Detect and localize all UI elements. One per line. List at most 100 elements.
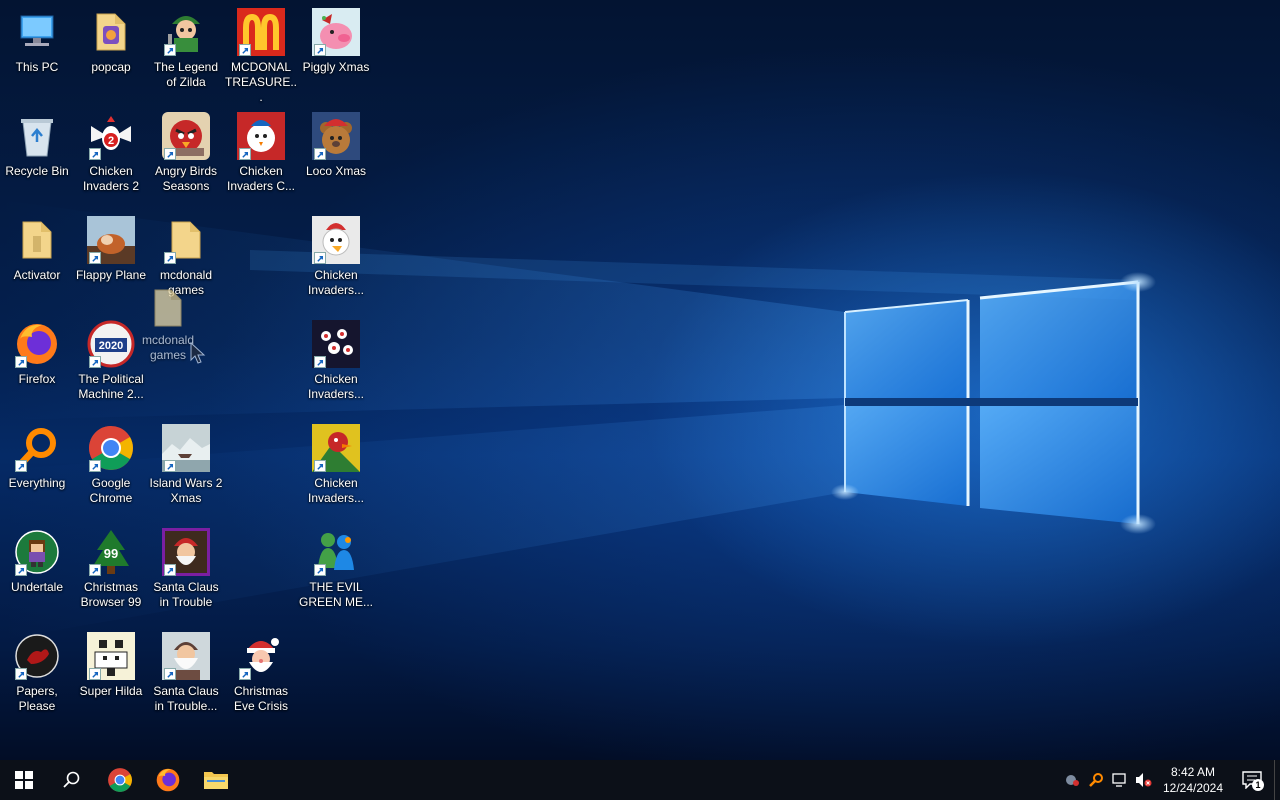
desktop-icon-undertale[interactable]: Undertale (0, 522, 74, 622)
desktop-icon-popcap[interactable]: popcap (74, 2, 148, 102)
taskbar: 8:42 AM 12/24/2024 1 (0, 760, 1280, 800)
icon-label: Super Hilda (79, 684, 143, 698)
taskbar-firefox[interactable] (144, 760, 192, 800)
icon-label: Google Chrome (89, 476, 133, 505)
desktop-icon-santa-claus-in-trouble-2[interactable]: Santa Claus in Trouble... (149, 626, 223, 726)
shortcut-arrow-icon (164, 252, 176, 264)
shortcut-arrow-icon (89, 148, 101, 160)
folder-icon (13, 216, 61, 264)
bear-icon (312, 112, 360, 160)
icon-label: Firefox (18, 372, 56, 386)
desktop-icon-piggly-xmas[interactable]: Piggly Xmas (299, 2, 373, 102)
desktop-icon-everything[interactable]: Everything (0, 418, 74, 518)
svg-text:2020: 2020 (99, 340, 123, 352)
chicken-icon (237, 112, 285, 160)
recycle-bin-icon (13, 112, 61, 160)
icon-label: The Political Machine 2... (78, 372, 144, 401)
shortcut-arrow-icon (15, 668, 27, 680)
desktop-icon-christmas-browser-99[interactable]: 99 Christmas Browser 99 (74, 522, 148, 622)
system-tray: 8:42 AM 12/24/2024 1 (1060, 760, 1280, 800)
desktop-icon-chicken-invaders-4[interactable]: Chicken Invaders... (299, 314, 373, 414)
shortcut-arrow-icon (89, 460, 101, 472)
shortcut-arrow-icon (314, 148, 326, 160)
desktop-icon-angry-birds-seasons[interactable]: Angry Birds Seasons (149, 106, 223, 206)
messenger-icon (312, 528, 360, 576)
desktop-icon-mcdonal-treasure[interactable]: MCDONAL TREASURE... (224, 2, 298, 104)
papers-icon (13, 632, 61, 680)
desktop-icon-chicken-invaders-5[interactable]: Chicken Invaders... (299, 418, 373, 518)
mcdonalds-icon (237, 8, 285, 56)
island-icon (162, 424, 210, 472)
chicken-icon: 2 (87, 112, 135, 160)
desktop-icon-recycle-bin[interactable]: Recycle Bin (0, 106, 74, 206)
pig-icon (312, 8, 360, 56)
show-desktop-button[interactable] (1274, 760, 1280, 800)
icon-label: MCDONAL TREASURE... (224, 60, 297, 104)
desktop-icon-flappy-plane[interactable]: Flappy Plane (74, 210, 148, 310)
shortcut-arrow-icon (164, 148, 176, 160)
taskbar-chrome[interactable] (96, 760, 144, 800)
icon-label: Chicken Invaders C... (226, 164, 296, 193)
shortcut-arrow-icon (15, 564, 27, 576)
desktop-icon-google-chrome[interactable]: Google Chrome (74, 418, 148, 518)
icon-label: Piggly Xmas (302, 60, 370, 74)
icon-label: Everything (8, 476, 66, 490)
search-icon (63, 771, 80, 788)
icon-label: Chicken Invaders... (307, 476, 365, 505)
desktop-icon-political-machine[interactable]: 2020 The Political Machine 2... (74, 314, 148, 414)
santa-icon (162, 528, 210, 576)
icon-label: Island Wars 2 Xmas (149, 476, 223, 505)
taskbar-file-explorer[interactable] (192, 760, 240, 800)
desktop-icon-evil-green-messenger[interactable]: THE EVIL GREEN ME... (299, 522, 373, 622)
bug-icon (1066, 775, 1079, 786)
icon-label: Angry Birds Seasons (154, 164, 218, 193)
desktop-icon-this-pc[interactable]: This PC (0, 2, 74, 102)
svg-text:99: 99 (104, 546, 118, 561)
desktop-icon-chicken-invaders-c[interactable]: Chicken Invaders C... (224, 106, 298, 206)
start-button[interactable] (0, 760, 48, 800)
chrome-icon (108, 768, 132, 792)
folder-icon (154, 289, 182, 327)
icon-label: The Legend of Zilda (153, 60, 219, 89)
desktop-icon-firefox[interactable]: Firefox (0, 314, 74, 414)
undertale-icon (13, 528, 61, 576)
shortcut-arrow-icon (164, 668, 176, 680)
clock-date: 12/24/2024 (1162, 781, 1224, 795)
icon-label: This PC (15, 60, 59, 74)
icon-label: Christmas Browser 99 (80, 580, 142, 609)
everything-icon (1089, 773, 1103, 787)
desktop-icon-island-wars-2-xmas[interactable]: Island Wars 2 Xmas (149, 418, 223, 518)
desktop-icon-super-hilda[interactable]: Super Hilda (74, 626, 148, 726)
folder-icon (162, 216, 210, 264)
shortcut-arrow-icon (164, 44, 176, 56)
pixel-icon (87, 632, 135, 680)
tray-network[interactable] (1108, 760, 1132, 800)
network-icon (1112, 773, 1126, 787)
chicken-icon (312, 320, 360, 368)
desktop-icon-activator[interactable]: Activator (0, 210, 74, 310)
shortcut-arrow-icon (89, 668, 101, 680)
tray-everything[interactable] (1084, 760, 1108, 800)
shortcut-arrow-icon (314, 356, 326, 368)
tray-volume[interactable] (1132, 760, 1156, 800)
shortcut-arrow-icon (164, 460, 176, 472)
chicken-icon (312, 216, 360, 264)
tray-bug[interactable] (1060, 760, 1084, 800)
angry-bird-icon (162, 112, 210, 160)
desktop-icon-loco-xmas[interactable]: Loco Xmas (299, 106, 373, 206)
desktop-icon-chicken-invaders-3[interactable]: Chicken Invaders... (299, 210, 373, 310)
desktop-icon-santa-claus-in-trouble[interactable]: Santa Claus in Trouble (149, 522, 223, 622)
icon-label: Chicken Invaders 2 (82, 164, 140, 193)
desktop[interactable]: This PC Recycle Bin Activator Firefox Ev… (0, 0, 1280, 760)
search-button[interactable] (48, 760, 96, 800)
clock[interactable]: 8:42 AM 12/24/2024 (1156, 764, 1230, 796)
desktop-icon-christmas-eve-crisis[interactable]: Christmas Eve Crisis (224, 626, 298, 726)
desktop-icon-chicken-invaders-2[interactable]: 2 Chicken Invaders 2 (74, 106, 148, 206)
action-center-button[interactable]: 1 (1230, 760, 1274, 800)
desktop-icon-papers-please[interactable]: Papers, Please (0, 626, 74, 726)
drag-ghost-label: mcdonald games (141, 333, 195, 362)
chicken-icon (312, 424, 360, 472)
file-explorer-icon (204, 772, 228, 789)
notification-count: 1 (1252, 779, 1264, 791)
desktop-icon-legend-of-zilda[interactable]: The Legend of Zilda (149, 2, 223, 102)
